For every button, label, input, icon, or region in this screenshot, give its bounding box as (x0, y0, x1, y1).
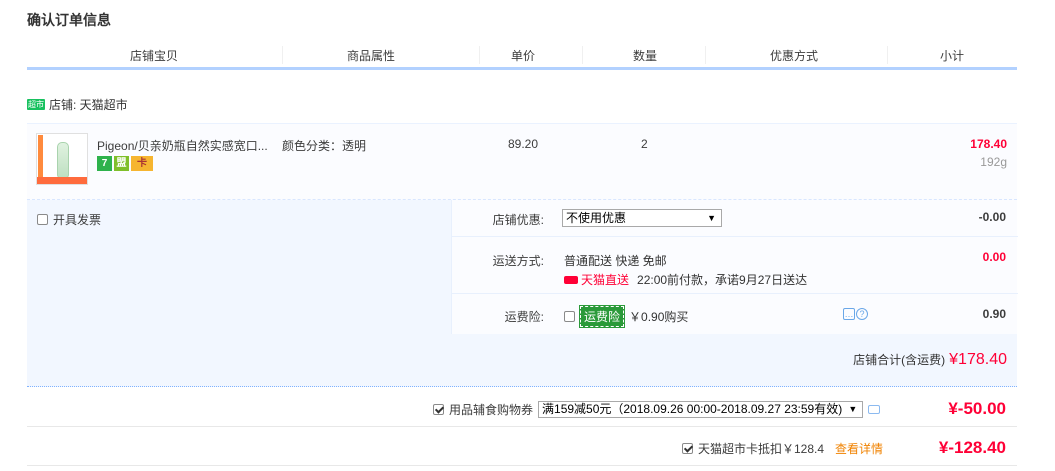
item-subtotal: 178.40 (970, 137, 1007, 151)
coupon-amount: ¥-50.00 (948, 399, 1006, 418)
insurance-label: 运费险: (504, 310, 544, 324)
dropdown-arrow-icon: ▼ (707, 213, 716, 223)
coupon-row: 用品辅食购物券 满159减50元（2018.09.26 00:00-2018.0… (27, 394, 1017, 427)
insurance-tag: 运费险 (578, 305, 626, 328)
column-divider (582, 46, 583, 64)
tmall-supermarket-icon: 超市 (27, 99, 45, 110)
shop-discount-amount: -0.00 (978, 210, 1006, 224)
invoice-option[interactable]: 开具发票 (37, 211, 101, 228)
shop-name[interactable]: 店铺: 天猫超市 (49, 96, 128, 113)
delivery-promise: 22:00前付款，承诺9月27日送达 (637, 273, 808, 287)
card-credit-row: 天猫超市卡抵扣￥128.4 查看详情 ¥-128.40 (27, 433, 1017, 466)
card-credit-option: 天猫超市卡抵扣￥128.4 查看详情 (682, 440, 883, 457)
column-header-discount: 优惠方式 (770, 49, 819, 63)
shipping-row: 运送方式: 普通配送 快递 免邮 天猫直送 22:00前付款，承诺9月27日送达… (452, 237, 1018, 294)
quantity: 2 (641, 137, 648, 151)
invoice-label: 开具发票 (53, 213, 102, 227)
shop-discount-row: 店铺优惠: 不使用优惠 ▼ -0.00 (452, 200, 1018, 237)
credit-card-icon[interactable]: 卡 (131, 156, 153, 171)
product-name-link[interactable]: Pigeon/贝亲奶瓶自然实感宽口... (97, 137, 268, 154)
column-header-subtotal: 小计 (940, 49, 965, 63)
product-attribute: 颜色分类：透明 (282, 139, 367, 153)
insurance-help: … ? (843, 308, 868, 320)
seven-day-return-icon[interactable]: 7 (97, 156, 112, 171)
insurance-row: 运费险: 运费险 ￥0.90购买 … ? 0.90 (452, 294, 1018, 334)
coupon-checkbox[interactable] (433, 404, 444, 415)
order-options-panel: 店铺优惠: 不使用优惠 ▼ -0.00 运送方式: 普通配送 快递 免邮 天猫直… (451, 200, 1018, 334)
tmall-send-icon (564, 275, 578, 284)
tmall-send-label: 天猫直送 (581, 273, 630, 287)
shop-guarantee-icon[interactable]: 盟 (114, 156, 129, 171)
product-thumbnail[interactable] (36, 133, 88, 185)
message-icon[interactable] (868, 405, 881, 414)
dropdown-arrow-icon: ▼ (848, 404, 858, 414)
coupon-value: 满159减50元（2018.09.26 00:00-2018.09.27 23:… (542, 402, 843, 416)
invoice-checkbox[interactable] (37, 214, 48, 225)
message-icon[interactable]: … (843, 308, 855, 320)
shop-total: 店铺合计(含运费) ¥178.40 (853, 351, 1007, 369)
service-badges: 7 盟 卡 (97, 156, 153, 171)
coupon-option: 用品辅食购物券 满159减50元（2018.09.26 00:00-2018.0… (433, 401, 881, 418)
card-credit-amount: ¥-128.40 (938, 438, 1006, 457)
column-divider (705, 46, 706, 64)
card-credit-label: 天猫超市卡抵扣￥128.4 (698, 442, 825, 456)
column-header-item: 店铺宝贝 (130, 49, 179, 63)
item-weight: 192g (980, 155, 1007, 169)
tmall-direct-send: 天猫直送 (564, 271, 629, 288)
unit-price: 89.20 (508, 137, 539, 151)
insurance-amount: 0.90 (982, 307, 1006, 321)
column-divider (887, 46, 888, 64)
order-item-row: Pigeon/贝亲奶瓶自然实感宽口... 7 盟 卡 颜色分类：透明 89.20… (27, 123, 1017, 200)
shop-discount-select[interactable]: 不使用优惠 ▼ (562, 209, 722, 227)
shop-total-label: 店铺合计(含运费) (853, 353, 946, 367)
column-header-qty: 数量 (633, 49, 658, 63)
shipping-method: 普通配送 快递 免邮 (564, 254, 667, 268)
shop-header: 超市 店铺: 天猫超市 (27, 96, 128, 113)
bottle-image (57, 142, 69, 178)
card-credit-checkbox[interactable] (682, 443, 693, 454)
view-details-link[interactable]: 查看详情 (835, 440, 883, 457)
insurance-desc: ￥0.90购买 (629, 310, 689, 324)
insurance-option[interactable]: 运费险 ￥0.90购买 (564, 305, 689, 328)
question-icon[interactable]: ? (856, 308, 868, 320)
shop-total-value: ¥178.40 (949, 351, 1007, 368)
page-title: 确认订单信息 (27, 12, 111, 28)
shipping-amount: 0.00 (982, 250, 1006, 264)
column-header-attr: 商品属性 (347, 49, 396, 63)
insurance-checkbox[interactable] (564, 311, 575, 322)
coupon-label: 用品辅食购物券 (449, 403, 534, 417)
thumbnail-footer (37, 177, 87, 184)
column-divider (282, 46, 283, 64)
column-divider (479, 46, 480, 64)
shipping-promise-line: 天猫直送 22:00前付款，承诺9月27日送达 (564, 271, 807, 288)
coupon-select[interactable]: 满159减50元（2018.09.26 00:00-2018.09.27 23:… (538, 401, 864, 418)
shipping-label: 运送方式: (492, 254, 544, 268)
shop-discount-value: 不使用优惠 (566, 211, 627, 225)
order-options-block: 开具发票 店铺优惠: 不使用优惠 ▼ -0.00 运送方式: 普通配送 快递 免… (27, 200, 1018, 387)
shop-discount-label: 店铺优惠: (492, 213, 544, 227)
table-header: 店铺宝贝 商品属性 单价 数量 优惠方式 小计 (27, 44, 1017, 70)
column-header-price: 单价 (511, 49, 536, 63)
